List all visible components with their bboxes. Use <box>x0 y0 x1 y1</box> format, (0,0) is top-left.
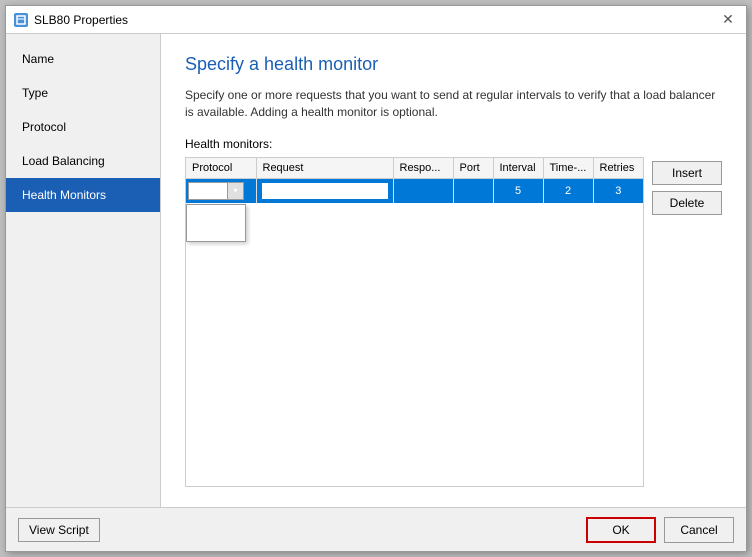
table-and-buttons: Protocol Request Respo... Port Interval … <box>185 157 722 487</box>
section-label: Health monitors: <box>185 137 722 151</box>
sidebar-item-type[interactable]: Type <box>6 76 160 110</box>
request-cell <box>256 178 393 203</box>
page-description: Specify one or more requests that you wa… <box>185 87 722 121</box>
sidebar-item-protocol[interactable]: Protocol <box>6 110 160 144</box>
col-port: Port <box>453 158 493 179</box>
timeout-cell: 2 <box>543 178 593 203</box>
title-bar-left: SLB80 Properties <box>14 13 128 27</box>
response-cell <box>393 178 453 203</box>
cancel-button[interactable]: Cancel <box>664 517 734 543</box>
view-script-button[interactable]: View Script <box>18 518 100 542</box>
col-retries: Retries <box>593 158 643 179</box>
window-title: SLB80 Properties <box>34 13 128 27</box>
insert-button[interactable]: Insert <box>652 161 722 185</box>
window-body: Name Type Protocol Load Balancing Health… <box>6 34 746 507</box>
table-header-row: Protocol Request Respo... Port Interval … <box>186 158 643 179</box>
page-title: Specify a health monitor <box>185 54 722 75</box>
col-protocol: Protocol <box>186 158 256 179</box>
col-response: Respo... <box>393 158 453 179</box>
window-icon <box>14 13 28 27</box>
footer-right: OK Cancel <box>586 517 734 543</box>
col-timeout: Time-... <box>543 158 593 179</box>
close-button[interactable]: ✕ <box>718 10 738 30</box>
main-window: SLB80 Properties ✕ Name Type Protocol Lo… <box>5 5 747 552</box>
ok-button[interactable]: OK <box>586 517 656 543</box>
option-http[interactable]: Http <box>187 205 245 223</box>
monitors-table-wrapper: Protocol Request Respo... Port Interval … <box>185 157 644 487</box>
sidebar-item-load-balancing[interactable]: Load Balancing <box>6 144 160 178</box>
delete-button[interactable]: Delete <box>652 191 722 215</box>
protocol-dropdown-arrow[interactable]: ▾ <box>228 182 244 200</box>
table-row: ▾ Http Tcp <box>186 178 643 203</box>
protocol-cell: ▾ Http Tcp <box>186 178 256 203</box>
retries-cell: 3 <box>593 178 643 203</box>
port-cell <box>453 178 493 203</box>
main-content: Specify a health monitor Specify one or … <box>161 34 746 507</box>
protocol-input[interactable] <box>188 182 228 200</box>
option-tcp[interactable]: Tcp <box>187 223 245 241</box>
footer-left: View Script <box>18 518 100 542</box>
sidebar-item-name[interactable]: Name <box>6 42 160 76</box>
monitors-table: Protocol Request Respo... Port Interval … <box>186 158 643 203</box>
col-interval: Interval <box>493 158 543 179</box>
footer: View Script OK Cancel <box>6 507 746 551</box>
sidebar: Name Type Protocol Load Balancing Health… <box>6 34 161 507</box>
interval-cell: 5 <box>493 178 543 203</box>
protocol-dropdown-popup: Http Tcp <box>186 204 246 242</box>
request-input[interactable] <box>261 182 389 200</box>
col-request: Request <box>256 158 393 179</box>
sidebar-item-health-monitors[interactable]: Health Monitors <box>6 178 160 212</box>
action-buttons: Insert Delete <box>644 157 722 487</box>
title-bar: SLB80 Properties ✕ <box>6 6 746 34</box>
